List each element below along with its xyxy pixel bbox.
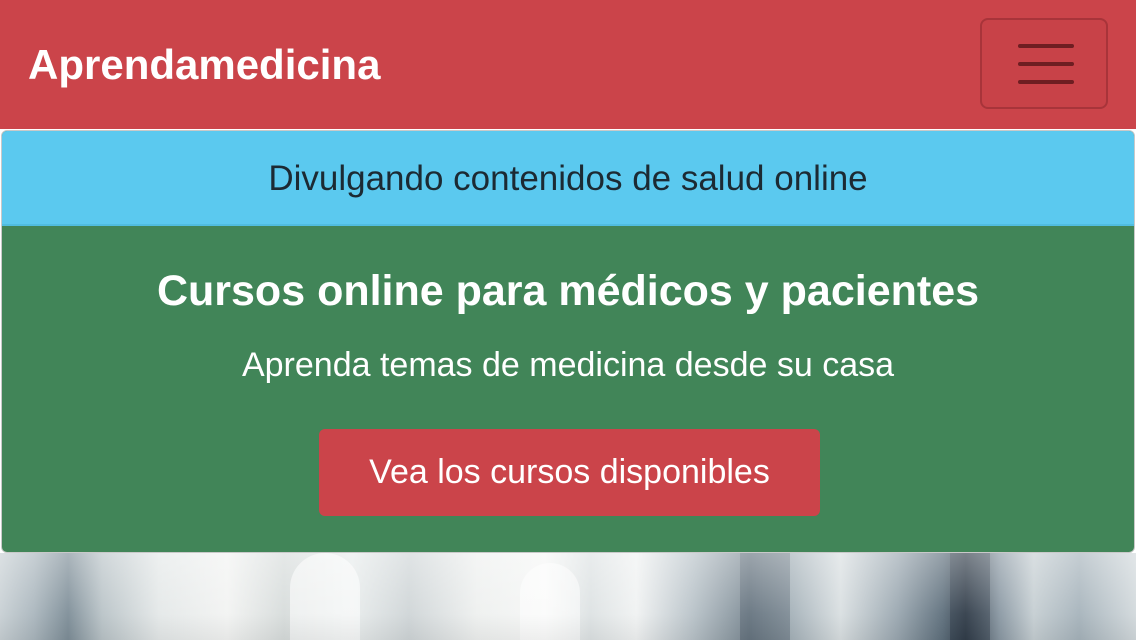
hero-image-overlay <box>0 553 1136 640</box>
hamburger-menu-icon-bar <box>1018 62 1074 66</box>
hamburger-menu-icon-bar <box>1018 80 1074 84</box>
menu-toggle-button[interactable] <box>980 18 1108 109</box>
card-header-text: Divulgando contenidos de salud online <box>268 159 868 198</box>
navbar: Aprendamedicina <box>0 0 1136 129</box>
hamburger-menu-icon <box>1018 44 1074 48</box>
view-courses-button[interactable]: Vea los cursos disponibles <box>319 429 820 516</box>
card-header: Divulgando contenidos de salud online <box>2 131 1134 226</box>
hero-image <box>0 553 1136 640</box>
card-text: Aprenda temas de medicina desde su casa <box>241 346 895 384</box>
card-title: Cursos online para médicos y pacientes <box>156 267 980 315</box>
hero-card: Divulgando contenidos de salud online Cu… <box>1 130 1135 553</box>
brand-logo-text[interactable]: Aprendamedicina <box>28 40 380 90</box>
